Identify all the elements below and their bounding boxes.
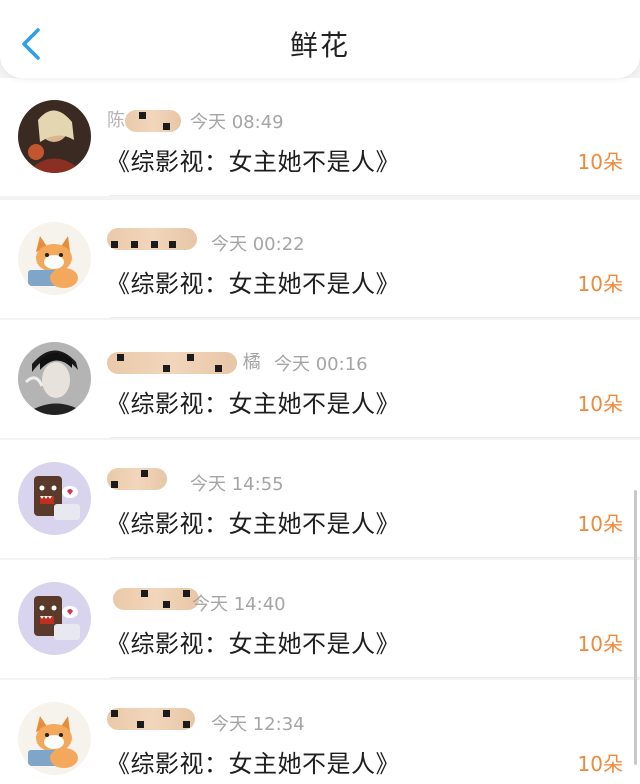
book-title: 《综影视：女主她不是人》 (106, 750, 400, 778)
avatar[interactable] (18, 222, 91, 295)
list-item[interactable]: 橘 今天 00:16 《综影视：女主她不是人》 10朵 (0, 320, 640, 438)
page-title: 鲜花 (289, 29, 350, 62)
book-title: 《综影视：女主她不是人》 (106, 148, 400, 176)
cat-icon (18, 702, 91, 775)
list-item[interactable]: 今天 12:34 《综影视：女主她不是人》 10朵 (0, 680, 640, 784)
divider (110, 557, 640, 558)
gift-time: 今天 12:34 (211, 714, 305, 735)
top-nav-bar: 鲜花 (0, 0, 640, 78)
avatar[interactable] (18, 342, 91, 415)
flower-count: 10朵 (577, 512, 623, 536)
cat-icon (18, 222, 91, 295)
user-name-masked: 橘 (107, 348, 261, 374)
list-item[interactable]: 今天 14:55 《综影视：女主她不是人》 10朵 (0, 440, 640, 558)
portrait-icon (18, 342, 91, 415)
domo-icon (18, 462, 91, 535)
scrollbar[interactable] (634, 490, 637, 765)
user-name-masked (107, 468, 167, 494)
gift-time: 今天 00:16 (274, 354, 368, 375)
gift-time: 今天 00:22 (211, 234, 305, 255)
book-title: 《综影视：女主她不是人》 (106, 510, 400, 538)
flower-count: 10朵 (577, 150, 623, 174)
avatar[interactable] (18, 582, 91, 655)
list-item[interactable]: 今天 00:22 《综影视：女主她不是人》 10朵 (0, 200, 640, 318)
flower-count: 10朵 (577, 632, 623, 656)
user-name-masked (107, 588, 199, 614)
list-item[interactable]: 陈 今天 08:49 《综影视：女主她不是人》 10朵 (0, 78, 640, 196)
divider (110, 317, 640, 318)
divider (110, 677, 640, 678)
user-name-masked (107, 708, 195, 734)
flower-count: 10朵 (577, 272, 623, 296)
avatar[interactable] (18, 462, 91, 535)
avatar[interactable] (18, 100, 91, 173)
domo-icon (18, 582, 91, 655)
flower-count: 10朵 (577, 392, 623, 416)
user-name-masked: 陈 (107, 106, 181, 132)
gift-time: 今天 14:55 (190, 474, 284, 495)
book-title: 《综影视：女主她不是人》 (106, 270, 400, 298)
gift-time: 今天 14:40 (192, 594, 286, 615)
book-title: 《综影视：女主她不是人》 (106, 630, 400, 658)
user-name-masked (107, 228, 197, 254)
divider (110, 437, 640, 438)
list-item[interactable]: 今天 14:40 《综影视：女主她不是人》 10朵 (0, 560, 640, 678)
portrait-icon (18, 100, 91, 173)
gift-time: 今天 08:49 (190, 112, 284, 133)
avatar[interactable] (18, 702, 91, 775)
flower-count: 10朵 (577, 752, 623, 776)
book-title: 《综影视：女主她不是人》 (106, 390, 400, 418)
divider (110, 195, 640, 196)
